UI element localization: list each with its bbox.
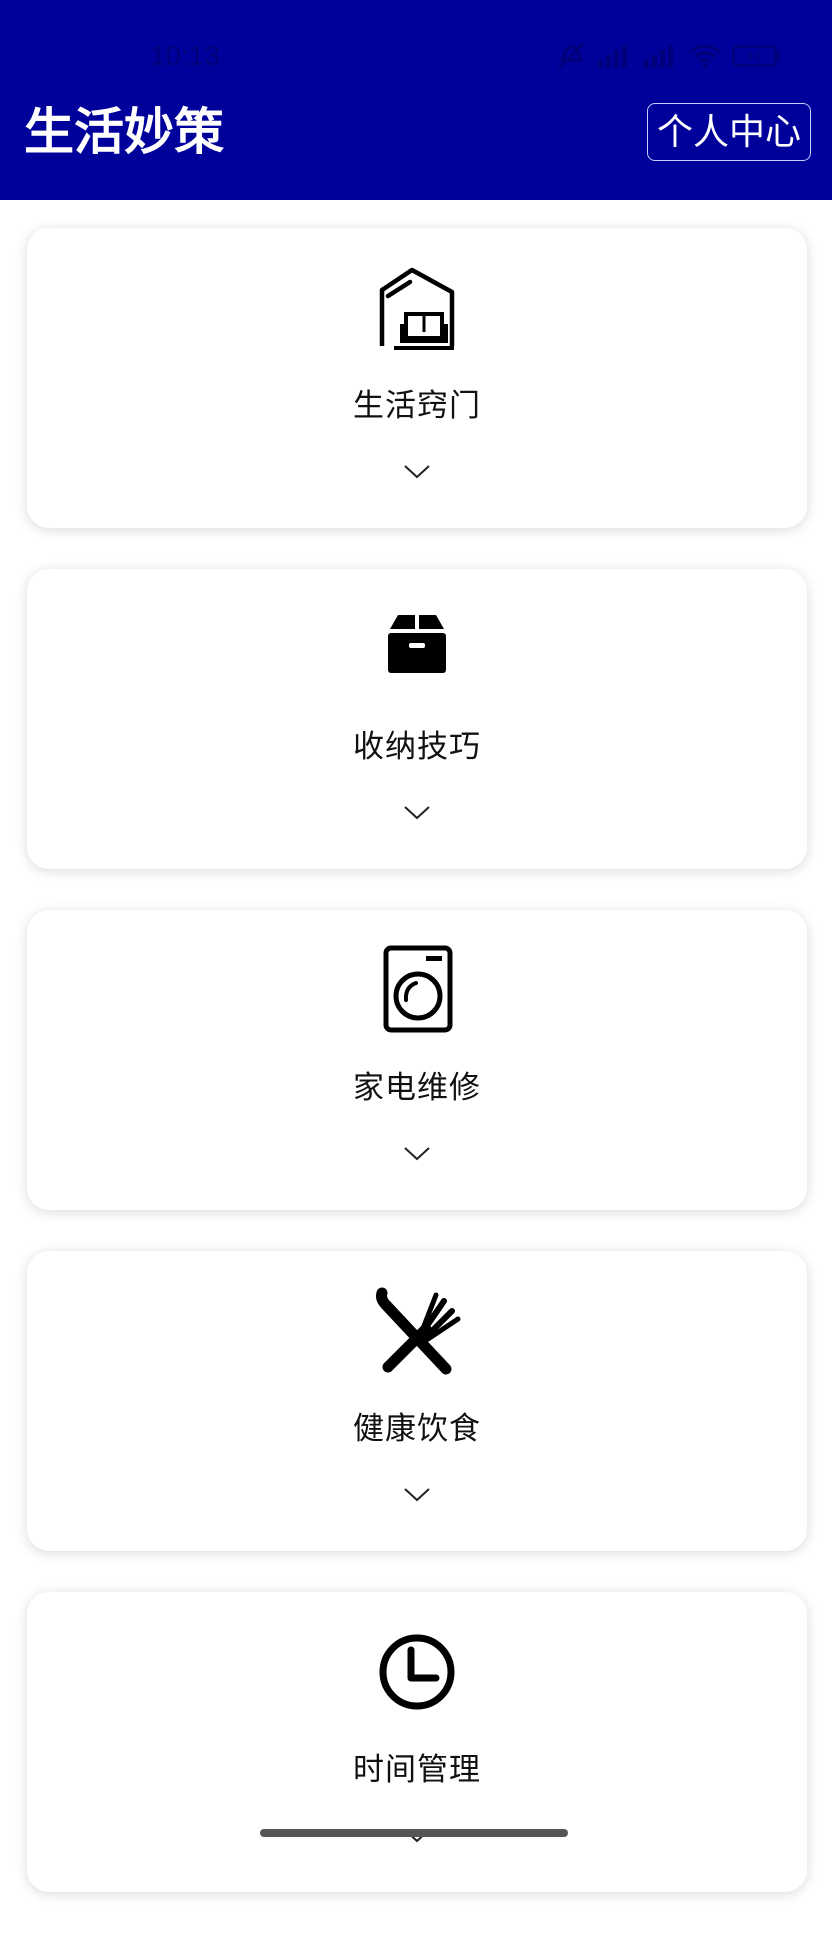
category-list: 生活窍门 收纳技巧 家电维修 健康饮食 时间管理 bbox=[27, 228, 807, 1933]
card-label: 生活窍门 bbox=[353, 388, 481, 424]
profile-button[interactable]: 个人中心 bbox=[647, 103, 811, 161]
signal-icon bbox=[598, 45, 627, 68]
card-label: 健康饮食 bbox=[353, 1411, 481, 1447]
card-label: 时间管理 bbox=[353, 1752, 481, 1788]
clock-icon bbox=[379, 1634, 455, 1710]
app-bar: 10:13 43 生活妙策 个人中心 bbox=[0, 0, 832, 200]
page-title: 生活妙策 bbox=[24, 103, 224, 161]
card-life-tips[interactable]: 生活窍门 bbox=[27, 228, 807, 528]
card-label: 收纳技巧 bbox=[353, 729, 481, 765]
washing-machine-icon bbox=[383, 945, 453, 1033]
fork-knife-icon bbox=[376, 1287, 461, 1375]
battery-icon: 43 bbox=[732, 45, 780, 67]
mute-icon bbox=[557, 42, 585, 70]
chevron-down-icon[interactable] bbox=[403, 805, 431, 821]
status-icons: 43 bbox=[556, 42, 782, 70]
card-storage-tips[interactable]: 收纳技巧 bbox=[27, 569, 807, 869]
status-time: 10:13 bbox=[150, 40, 221, 71]
card-time-management[interactable]: 时间管理 bbox=[27, 1592, 807, 1892]
storage-box-icon bbox=[388, 615, 446, 673]
battery-level: 43 bbox=[747, 49, 761, 64]
signal-icon-2 bbox=[644, 45, 673, 68]
card-label: 家电维修 bbox=[353, 1070, 481, 1106]
chevron-down-icon[interactable] bbox=[403, 464, 431, 480]
home-indicator[interactable] bbox=[260, 1829, 568, 1837]
house-sofa-icon bbox=[379, 267, 455, 350]
chevron-down-icon[interactable] bbox=[403, 1487, 431, 1503]
card-healthy-diet[interactable]: 健康饮食 bbox=[27, 1251, 807, 1551]
wifi-icon bbox=[689, 44, 721, 69]
card-appliance-repair[interactable]: 家电维修 bbox=[27, 910, 807, 1210]
chevron-down-icon[interactable] bbox=[403, 1146, 431, 1162]
